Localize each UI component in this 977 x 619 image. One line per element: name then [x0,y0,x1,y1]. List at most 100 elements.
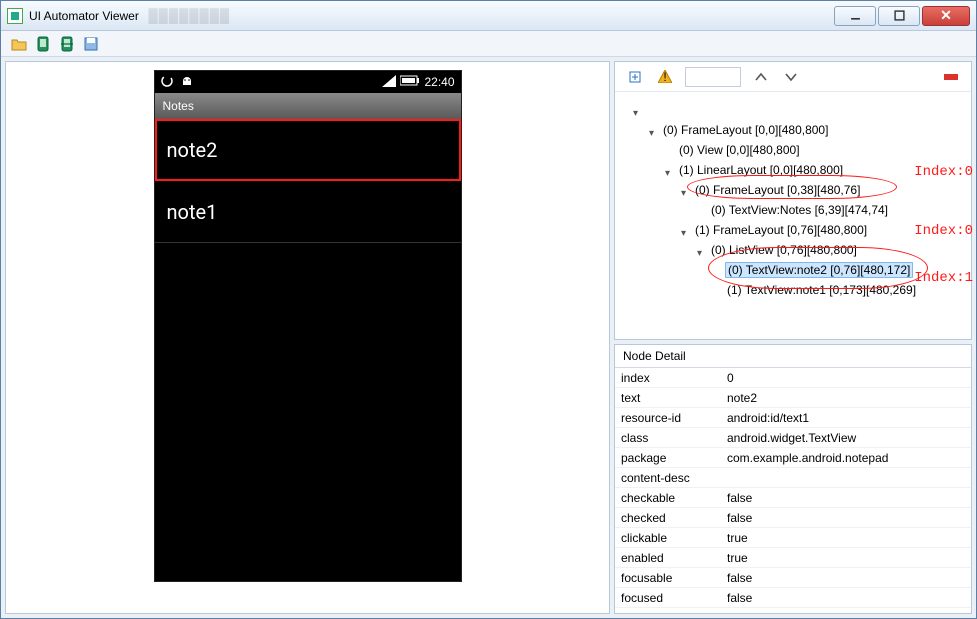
right-pane: ! Index:0 Ind [614,61,972,614]
detail-row: scrollablefalse [615,608,971,613]
detail-value: false [723,511,971,525]
detail-key: enabled [615,551,723,565]
tree-row-label: (0) FrameLayout [0,0][480,800] [661,123,830,137]
tree-row[interactable]: (0) TextView:note2 [0,76][480,172] [619,260,967,280]
detail-key: content-desc [615,471,723,485]
minimize-button[interactable] [834,6,876,26]
app-icon [7,8,23,24]
detail-value: android:id/text1 [723,411,971,425]
detail-value: com.example.android.notepad [723,451,971,465]
screenshot-pane: 22:40 Notes note2note1 [5,61,610,614]
detail-value: false [723,591,971,605]
maximize-button[interactable] [878,6,920,26]
tree-row-label: (0) TextView:note2 [0,76][480,172] [725,262,913,278]
content-area: 22:40 Notes note2note1 ! [1,57,976,618]
tree-row[interactable]: (1) TextView:note1 [0,173][480,269] [619,280,967,300]
detail-value: false [723,491,971,505]
detail-key: text [615,391,723,405]
expand-all-icon[interactable] [625,67,645,87]
detail-row: checkedfalse [615,508,971,528]
detail-row: index0 [615,368,971,388]
tree-row[interactable]: (0) TextView:Notes [6,39][474,74] [619,200,967,220]
tree-row-label: (0) TextView:Notes [6,39][474,74] [709,203,890,217]
tree-row-label: (1) LinearLayout [0,0][480,800] [677,163,845,177]
tree-row[interactable]: (0) FrameLayout [0,0][480,800] [619,120,967,140]
detail-value: note2 [723,391,971,405]
tree-expand-icon[interactable] [681,185,691,195]
phone-statusbar: 22:40 [155,71,461,93]
phone-screenshot: 22:40 Notes note2note1 [154,70,462,582]
detail-key: checkable [615,491,723,505]
detail-key: class [615,431,723,445]
tree-row[interactable]: (1) FrameLayout [0,76][480,800] [619,220,967,240]
tree-row[interactable] [619,100,967,120]
detail-row: enabledtrue [615,548,971,568]
clock-text: 22:40 [424,75,454,89]
phone-list-item[interactable]: note2 [155,119,461,181]
detail-row: classandroid.widget.TextView [615,428,971,448]
detail-row: content-desc [615,468,971,488]
tree-expand-icon[interactable] [681,225,691,235]
android-icon [179,75,195,90]
device-screenshot-compressed-icon[interactable] [57,34,77,54]
detail-row: packagecom.example.android.notepad [615,448,971,468]
phone-actionbar: Notes [155,93,461,119]
save-icon[interactable] [81,34,101,54]
titlebar: UI Automator Viewer ████████ ✕ [1,1,976,31]
prev-match-icon[interactable] [751,67,771,87]
toggle-naf-icon[interactable]: ! [655,67,675,87]
detail-key: clickable [615,531,723,545]
tree-row-label: (1) TextView:note1 [0,173][480,269] [725,283,918,297]
svg-text:!: ! [663,70,666,83]
tree-row[interactable]: (0) View [0,0][480,800] [619,140,967,160]
detail-key: focusable [615,571,723,585]
detail-value: false [723,611,971,614]
tree-expand-icon[interactable] [633,105,643,115]
tree-row-label: (0) View [0,0][480,800] [677,143,802,157]
device-screenshot-icon[interactable] [33,34,53,54]
phone-list: note2note1 [155,119,461,243]
node-detail-body[interactable]: index0textnote2resource-idandroid:id/tex… [615,368,971,613]
tree-toolbar: ! [615,62,971,92]
tree-row-label: (0) ListView [0,76][480,800] [709,243,859,257]
signal-icon [382,75,396,90]
clear-search-icon[interactable] [941,67,961,87]
close-button[interactable]: ✕ [922,6,970,26]
detail-value: false [723,571,971,585]
detail-key: index [615,371,723,385]
node-detail-pane: Node Detail index0textnote2resource-idan… [614,344,972,614]
next-match-icon[interactable] [781,67,801,87]
phone-list-item[interactable]: note1 [155,181,461,243]
detail-key: focused [615,591,723,605]
tree-body[interactable]: Index:0 Index:0 Index:1 (0) FrameLayout … [615,92,971,339]
detail-key: resource-id [615,411,723,425]
battery-icon [400,75,420,89]
tree-row-label: (0) FrameLayout [0,38][480,76] [693,183,862,197]
tree-row[interactable]: (1) LinearLayout [0,0][480,800] [619,160,967,180]
open-icon[interactable] [9,34,29,54]
detail-row: textnote2 [615,388,971,408]
detail-key: package [615,451,723,465]
detail-row: resource-idandroid:id/text1 [615,408,971,428]
node-detail-title: Node Detail [615,345,971,368]
tree-row[interactable]: (0) FrameLayout [0,38][480,76] [619,180,967,200]
hierarchy-pane: ! Index:0 Ind [614,61,972,340]
tree-search-input[interactable] [685,67,741,87]
tree-row[interactable]: (0) ListView [0,76][480,800] [619,240,967,260]
window-buttons: ✕ [834,6,970,26]
actionbar-title: Notes [163,99,194,113]
tree-expand-icon[interactable] [665,165,675,175]
app-window: UI Automator Viewer ████████ ✕ [0,0,977,619]
window-title: UI Automator Viewer ████████ [29,8,834,23]
detail-key: checked [615,511,723,525]
detail-key: scrollable [615,611,723,614]
tree-expand-icon[interactable] [649,125,659,135]
detail-value: true [723,551,971,565]
window-title-smudge: ████████ [148,8,230,23]
detail-value: true [723,531,971,545]
detail-row: clickabletrue [615,528,971,548]
wait-icon [161,75,173,90]
tree-expand-icon[interactable] [697,245,707,255]
detail-value: 0 [723,371,971,385]
detail-row: focusedfalse [615,588,971,608]
